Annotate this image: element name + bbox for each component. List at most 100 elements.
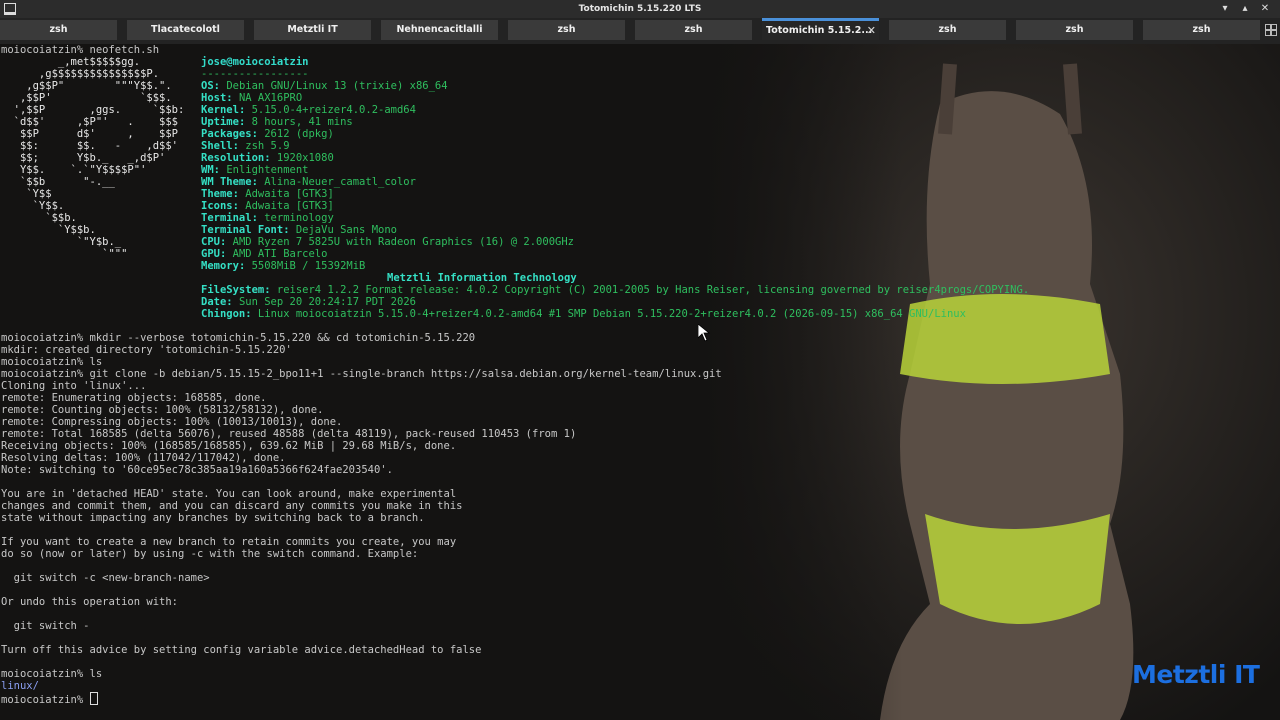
- ascii-art-text: `$$b.: [1, 212, 77, 224]
- ascii-art-text: `Y$$: [1, 188, 52, 200]
- ascii-art-text: `""": [1, 248, 128, 260]
- output-line: git switch -: [1, 620, 90, 632]
- output-line: remote: Enumerating objects: 168585, don…: [1, 392, 267, 404]
- command-text: moiocoiatzin% neofetch.sh: [1, 44, 160, 56]
- output-text: Turn off this advice by setting config v…: [1, 644, 482, 656]
- info-label: Theme: [201, 188, 233, 200]
- info-row: Resolution: 1920x1080: [201, 152, 334, 164]
- ascii-art-text: ,g$$P" """Y$$.".: [1, 80, 172, 92]
- output-line: Note: switching to '60ce95ec78c385aa19a1…: [1, 464, 393, 476]
- maximize-button[interactable]: ▴: [1238, 2, 1252, 16]
- tab[interactable]: zsh: [1016, 20, 1133, 40]
- tab[interactable]: Nehnencacitlalli: [381, 20, 498, 40]
- ascii-art-line: ',$$P ,ggs. `$$b:: [1, 104, 185, 116]
- prompt-line: moiocoiatzin%: [1, 692, 98, 706]
- tab-label: Nehnencacitlalli: [396, 24, 483, 35]
- tab-label: zsh: [1192, 24, 1211, 35]
- ascii-art-line: _,met$$$$$gg.: [1, 56, 140, 68]
- info-colon: :: [226, 296, 239, 308]
- terminal-view[interactable]: moiocoiatzin% neofetch.sh _,met$$$$$gg. …: [0, 44, 1280, 720]
- ascii-art-line: $$: $$. - ,d$$': [1, 140, 178, 152]
- output-text: Resolving deltas: 100% (117042/117042), …: [1, 452, 286, 464]
- info-value: Alina-Neuer_camatl_color: [264, 176, 416, 188]
- tab-label: zsh: [557, 24, 576, 35]
- org-line: Metztli Information Technology: [387, 272, 577, 284]
- output-text: Cloning into 'linux'...: [1, 380, 147, 392]
- tab-bar: zsh Tlacatecolotl Metztli IT Nehnencacit…: [0, 18, 1280, 44]
- info-label: Uptime: [201, 116, 239, 128]
- close-tab-icon[interactable]: ✕: [867, 21, 876, 40]
- output-text: git switch -c <new-branch-name>: [1, 572, 210, 584]
- info-row: Shell: zsh 5.9: [201, 140, 290, 152]
- ascii-art-line: `Y$$.: [1, 200, 65, 212]
- info-row: Memory: 5508MiB / 15392MiB: [201, 260, 365, 272]
- info-row: OS: Debian GNU/Linux 13 (trixie) x86_64: [201, 80, 448, 92]
- info-row: GPU: AMD ATI Barcelo: [201, 248, 327, 260]
- tab[interactable]: zsh: [0, 20, 117, 40]
- output-line: Receiving objects: 100% (168585/168585),…: [1, 440, 456, 452]
- info-label: Chingon: [201, 308, 246, 320]
- ascii-art-line: `""": [1, 248, 127, 260]
- ascii-art-line: ,g$$$$$$$$$$$$$$$P.: [1, 68, 159, 80]
- info-colon: :: [232, 140, 246, 152]
- ascii-art-text: $$P d$' , $$P: [1, 128, 179, 140]
- info-row: Terminal Font: DejaVu Sans Mono: [201, 224, 397, 236]
- info-value: 5.15.0-4+reizer4.0.2-amd64: [251, 104, 416, 116]
- tab-label: zsh: [938, 24, 957, 35]
- chevron-down-icon[interactable]: ▾: [1218, 2, 1232, 16]
- output-line: linux/: [1, 680, 39, 692]
- output-line: do so (now or later) by using -c with th…: [1, 548, 418, 560]
- output-text: remote: Enumerating objects: 168585, don…: [1, 392, 267, 404]
- output-text: Or undo this operation with:: [1, 596, 179, 608]
- info-value: terminology: [264, 212, 334, 224]
- output-text: You are in 'detached HEAD' state. You ca…: [1, 488, 457, 500]
- output-line: If you want to create a new branch to re…: [1, 536, 456, 548]
- info-colon: :: [251, 176, 265, 188]
- ascii-art-text: _,met$$$$$gg.: [1, 56, 141, 68]
- info-label: Terminal: [201, 212, 252, 224]
- output-text: moiocoiatzin% ls: [1, 356, 103, 368]
- close-window-button[interactable]: ✕: [1258, 2, 1272, 16]
- output-text: If you want to create a new branch to re…: [1, 536, 457, 548]
- info-colon: :: [226, 92, 239, 104]
- info-row: CPU: AMD Ryzen 7 5825U with Radeon Graph…: [201, 236, 574, 248]
- ascii-art-line: Y$$. `.`"Y$$$$P"': [1, 164, 146, 176]
- ascii-art-line: $$; Y$b._ _,d$P': [1, 152, 165, 164]
- tab-label: Totomichin 5.15.2...: [766, 25, 873, 36]
- tab[interactable]: zsh: [635, 20, 752, 40]
- info-row: Theme: Adwaita [GTK3]: [201, 188, 334, 200]
- info-value: reiser4 1.2.2 Format release: 4.0.2 Copy…: [276, 284, 1030, 296]
- user-host: jose@moiocoiatzin: [201, 56, 309, 68]
- info-colon: :: [245, 308, 258, 320]
- output-line: remote: Compressing objects: 100% (10013…: [1, 416, 342, 428]
- info-colon: :: [238, 116, 252, 128]
- ascii-art-text: `Y$$.: [1, 200, 65, 212]
- output-text: moiocoiatzin% ls: [1, 668, 103, 680]
- tab[interactable]: zsh: [889, 20, 1006, 40]
- tab-grid-icon[interactable]: [1265, 24, 1277, 36]
- info-value: DejaVu Sans Mono: [295, 224, 397, 236]
- tab[interactable]: Metztli IT: [254, 20, 371, 40]
- info-value: AMD Ryzen 7 5825U with Radeon Graphics (…: [232, 236, 574, 248]
- prompt-line: moiocoiatzin% neofetch.sh: [1, 44, 159, 56]
- window-title: Totomichin 5.15.220 LTS: [578, 4, 702, 14]
- output-text: moiocoiatzin% git clone -b debian/5.15.1…: [1, 368, 722, 380]
- tab[interactable]: Tlacatecolotl: [127, 20, 244, 40]
- tab-active[interactable]: Totomichin 5.15.2... ✕: [762, 18, 879, 40]
- info-colon: :: [219, 236, 233, 248]
- output-line: moiocoiatzin% git clone -b debian/5.15.1…: [1, 368, 722, 380]
- output-line: remote: Total 168585 (delta 56076), reus…: [1, 428, 576, 440]
- output-line: changes and commit them, and you can dis…: [1, 500, 462, 512]
- output-text: remote: Compressing objects: 100% (10013…: [1, 416, 343, 428]
- ascii-art-line: `d$$' ,$P"' . $$$: [1, 116, 178, 128]
- info-value: 8 hours, 41 mins: [251, 116, 353, 128]
- ascii-art-text: Y$$. `.`"Y$$$$P"': [1, 164, 147, 176]
- tab[interactable]: zsh: [1143, 20, 1260, 40]
- mouse-pointer-icon: [698, 324, 710, 342]
- tab[interactable]: zsh: [508, 20, 625, 40]
- info-value: 1920x1080: [276, 152, 334, 164]
- org-title: Metztli Information Technology: [387, 272, 577, 284]
- tab-label: zsh: [49, 24, 68, 35]
- prompt-text: moiocoiatzin%: [1, 694, 90, 706]
- info-value: 2612 (dpkg): [264, 128, 334, 140]
